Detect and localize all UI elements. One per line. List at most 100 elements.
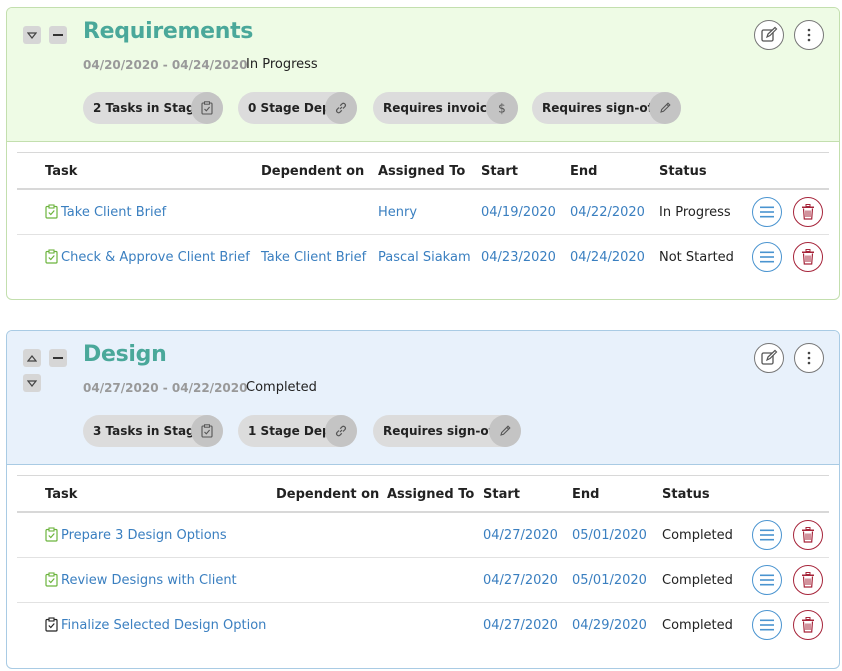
table-row: Check & Approve Client Brief Take Client… <box>17 235 829 280</box>
task-name: Review Designs with Client <box>61 573 237 588</box>
end-date[interactable]: 04/24/2020 <box>570 250 645 265</box>
hamburger-icon <box>760 251 774 263</box>
pill-count: 1 <box>248 424 257 438</box>
move-down-button[interactable] <box>23 374 41 392</box>
stage-dep-pill[interactable]: 1 Stage Dep <box>238 415 357 447</box>
move-up-button[interactable] <box>23 349 41 367</box>
task-link[interactable]: Check & Approve Client Brief <box>45 248 250 265</box>
stage-status: In Progress <box>246 57 318 72</box>
task-name: Prepare 3 Design Options <box>61 528 227 543</box>
task-delete-button[interactable] <box>793 197 823 227</box>
pill-label: Requires sign-off <box>542 101 658 115</box>
stage-title: Requirements <box>83 19 254 44</box>
stage-dates: 04/20/2020 - 04/24/2020 <box>83 58 248 72</box>
table-header-row: Task Dependent on Assigned To Start End … <box>17 476 829 513</box>
stage-header: Design 04/27/2020 - 04/22/2020 Completed… <box>7 331 839 465</box>
tasks-in-stage-pill[interactable]: 3 Tasks in Stage <box>83 415 223 447</box>
collapse-toggle-button[interactable] <box>23 26 41 44</box>
pencil-icon <box>649 92 681 124</box>
start-date[interactable]: 04/27/2020 <box>483 573 558 588</box>
stage-dates: 04/27/2020 - 04/22/2020 <box>83 381 248 395</box>
end-date[interactable]: 05/01/2020 <box>572 573 647 588</box>
table-row: Review Designs with Client 04/27/2020 05… <box>17 558 829 603</box>
assignee-link[interactable]: Henry <box>378 205 417 220</box>
pill-label: Stage Dep <box>260 101 331 115</box>
task-name: Take Client Brief <box>61 205 167 220</box>
task-menu-button[interactable] <box>752 520 782 550</box>
task-menu-button[interactable] <box>752 610 782 640</box>
requires-signoff-pill[interactable]: Requires sign-off <box>373 415 521 447</box>
pill-count: 0 <box>248 101 257 115</box>
start-date[interactable]: 04/27/2020 <box>483 618 558 633</box>
column-header-start: Start <box>481 164 518 179</box>
edit-stage-button[interactable] <box>754 20 784 50</box>
task-status: Not Started <box>659 250 734 265</box>
end-date[interactable]: 05/01/2020 <box>572 528 647 543</box>
start-date[interactable]: 04/19/2020 <box>481 205 556 220</box>
task-menu-button[interactable] <box>752 242 782 272</box>
clipboard-check-icon <box>191 92 223 124</box>
trash-icon <box>802 204 814 220</box>
end-date[interactable]: 04/22/2020 <box>570 205 645 220</box>
task-delete-button[interactable] <box>793 610 823 640</box>
minus-icon <box>53 357 63 359</box>
task-name: Finalize Selected Design Option <box>61 618 267 633</box>
stage-card-requirements: Requirements 04/20/2020 - 04/24/2020 In … <box>6 7 840 300</box>
column-header-task: Task <box>45 487 78 502</box>
dollar-icon: $ <box>486 92 518 124</box>
minus-icon <box>53 34 63 36</box>
link-icon <box>325 92 357 124</box>
vertical-dots-icon <box>807 351 811 365</box>
task-delete-button[interactable] <box>793 520 823 550</box>
more-options-button[interactable] <box>794 343 824 373</box>
svg-text:$: $ <box>498 102 506 116</box>
hamburger-icon <box>760 206 774 218</box>
pill-label: Requires sign-off <box>383 424 499 438</box>
table-row: Take Client Brief Henry 04/19/2020 04/22… <box>17 190 829 235</box>
start-date[interactable]: 04/27/2020 <box>483 528 558 543</box>
start-date[interactable]: 04/23/2020 <box>481 250 556 265</box>
edit-stage-button[interactable] <box>754 343 784 373</box>
stage-title: Design <box>83 342 167 367</box>
task-link[interactable]: Prepare 3 Design Options <box>45 526 227 543</box>
task-link[interactable]: Review Designs with Client <box>45 571 237 588</box>
tasks-table: Task Dependent on Assigned To Start End … <box>17 152 829 280</box>
task-menu-button[interactable] <box>752 197 782 227</box>
task-link[interactable]: Finalize Selected Design Option <box>45 616 267 633</box>
trash-icon <box>802 572 814 588</box>
task-status: In Progress <box>659 205 731 220</box>
pill-count: 3 <box>93 424 102 438</box>
task-status: Completed <box>662 528 733 543</box>
triangle-down-icon <box>27 31 37 39</box>
dependent-link[interactable]: Take Client Brief <box>261 250 366 265</box>
pill-label: Requires invoice <box>383 101 496 115</box>
clipboard-check-icon <box>45 203 58 219</box>
table-header-row: Task Dependent on Assigned To Start End … <box>17 153 829 190</box>
pencil-icon <box>489 415 521 447</box>
more-options-button[interactable] <box>794 20 824 50</box>
column-header-end: End <box>570 164 598 179</box>
tasks-table: Task Dependent on Assigned To Start End … <box>17 475 829 648</box>
table-row: Prepare 3 Design Options 04/27/2020 05/0… <box>17 513 829 558</box>
tasks-in-stage-pill[interactable]: 2 Tasks in Stage <box>83 92 223 124</box>
clipboard-check-icon <box>45 526 58 542</box>
task-menu-button[interactable] <box>752 565 782 595</box>
assignee-link[interactable]: Pascal Siakam <box>378 250 471 265</box>
requires-signoff-pill[interactable]: Requires sign-off <box>532 92 681 124</box>
column-header-dependent: Dependent on <box>261 164 365 179</box>
minimize-button[interactable] <box>49 26 67 44</box>
stage-dep-pill[interactable]: 0 Stage Dep <box>238 92 357 124</box>
edit-square-icon <box>761 349 778 365</box>
pill-label: Stage Dep <box>260 424 331 438</box>
pill-label: Tasks in Stage <box>105 424 203 438</box>
pill-count: 2 <box>93 101 102 115</box>
minimize-button[interactable] <box>49 349 67 367</box>
task-name: Check & Approve Client Brief <box>61 250 250 265</box>
column-header-status: Status <box>662 487 710 502</box>
task-link[interactable]: Take Client Brief <box>45 203 167 220</box>
task-delete-button[interactable] <box>793 242 823 272</box>
trash-icon <box>802 527 814 543</box>
end-date[interactable]: 04/29/2020 <box>572 618 647 633</box>
requires-invoice-pill[interactable]: Requires invoice $ <box>373 92 518 124</box>
task-delete-button[interactable] <box>793 565 823 595</box>
